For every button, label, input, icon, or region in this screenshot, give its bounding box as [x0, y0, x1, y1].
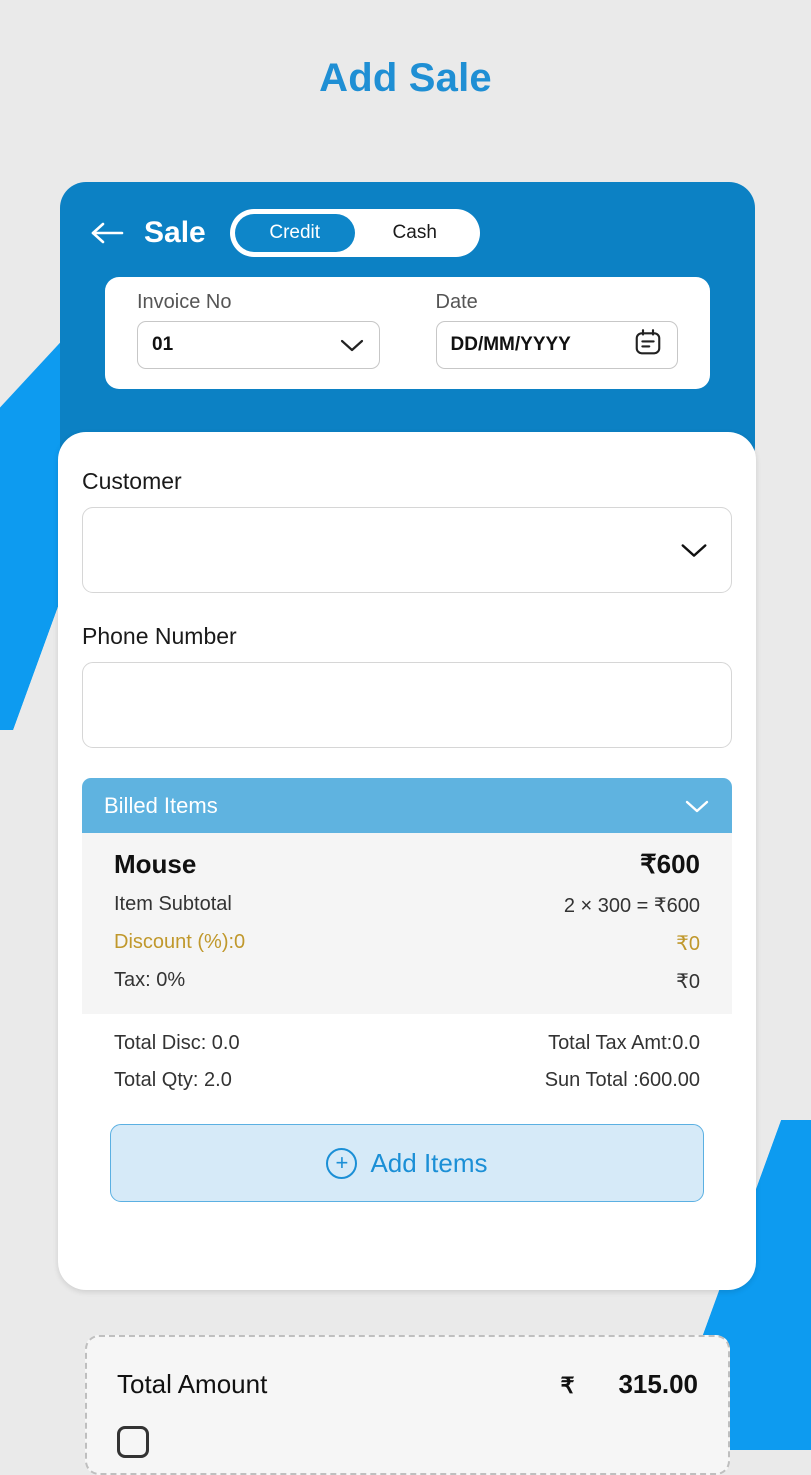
date-input[interactable]: DD/MM/YYYY: [435, 321, 678, 369]
total-qty: Total Qty: 2.0: [114, 1069, 232, 1091]
sale-title: Sale: [144, 216, 206, 249]
invoice-no-dropdown[interactable]: 01: [137, 321, 380, 369]
item-tax-row: Tax: 0% ₹0: [114, 969, 700, 994]
item-subtotal-label: Item Subtotal: [114, 893, 232, 915]
payment-type-toggle[interactable]: Credit Cash: [229, 209, 480, 257]
date-group: Date DD/MM/YYYY: [435, 291, 678, 389]
phone-number-label: Phone Number: [82, 623, 237, 649]
phone-number-input[interactable]: [82, 662, 732, 748]
customer-dropdown[interactable]: [82, 507, 732, 593]
total-disc: Total Disc: 0.0: [114, 1032, 240, 1054]
chevron-down-icon: [339, 337, 365, 353]
plus-circle-icon: +: [326, 1147, 358, 1179]
item-subtotal-value: 2 × 300 = ₹600: [563, 895, 700, 917]
add-items-label: Add Items: [370, 1147, 488, 1178]
customer-label: Customer: [82, 468, 182, 494]
billed-items-header[interactable]: Billed Items: [82, 778, 732, 833]
toggle-option-credit[interactable]: Credit: [234, 214, 355, 252]
item-discount-row: Discount (%):0 ₹0: [114, 931, 700, 956]
item-price: ₹600: [640, 849, 700, 879]
billed-item-row[interactable]: Mouse ₹600 Item Subtotal 2 × 300 = ₹600 …: [82, 833, 732, 1014]
header-row: Sale Credit Cash: [60, 182, 755, 257]
item-tax-value: ₹0: [676, 971, 700, 993]
invoice-date-card: Invoice No 01 Date DD/MM/YYYY: [105, 277, 710, 389]
date-value: DD/MM/YYYY: [450, 334, 571, 355]
toggle-option-cash[interactable]: Cash: [355, 214, 475, 252]
invoice-no-group: Invoice No 01: [137, 291, 380, 389]
billed-items-totals: Total Disc: 0.0 Total Tax Amt:0.0 Total …: [82, 1014, 732, 1106]
calendar-icon[interactable]: [633, 327, 663, 363]
chevron-down-icon: [679, 541, 709, 559]
sale-form-card: Customer Phone Number Billed Items Mouse…: [58, 432, 756, 1290]
chevron-down-icon[interactable]: [684, 798, 710, 814]
total-amount-value: 315.00: [618, 1369, 698, 1399]
item-name: Mouse: [114, 849, 197, 879]
item-discount-label: Discount (%):0: [114, 931, 246, 953]
total-amount-box: Total Amount ₹ 315.00: [85, 1335, 730, 1475]
item-subtotal-row: Item Subtotal 2 × 300 = ₹600: [114, 893, 700, 918]
total-amount-label: Total Amount: [117, 1369, 268, 1399]
billed-items-title: Billed Items: [104, 792, 218, 818]
item-tax-label: Tax: 0%: [114, 969, 186, 991]
payment-received-checkbox[interactable]: [117, 1426, 149, 1458]
add-items-button[interactable]: + Add Items: [110, 1124, 704, 1202]
item-discount-value: ₹0: [676, 933, 700, 955]
invoice-no-value: 01: [152, 334, 174, 355]
total-tax-amt: Total Tax Amt:0.0: [548, 1032, 700, 1054]
total-amount-row: Total Amount ₹ 315.00: [117, 1369, 698, 1400]
item-title-row: Mouse ₹600: [114, 849, 700, 880]
sun-total: Sun Total :600.00: [544, 1069, 700, 1091]
arrow-left-icon[interactable]: [88, 218, 126, 248]
rupee-symbol: ₹: [560, 1373, 575, 1398]
date-label: Date: [435, 291, 478, 313]
page-title: Add Sale: [319, 56, 492, 100]
invoice-no-label: Invoice No: [137, 291, 232, 313]
